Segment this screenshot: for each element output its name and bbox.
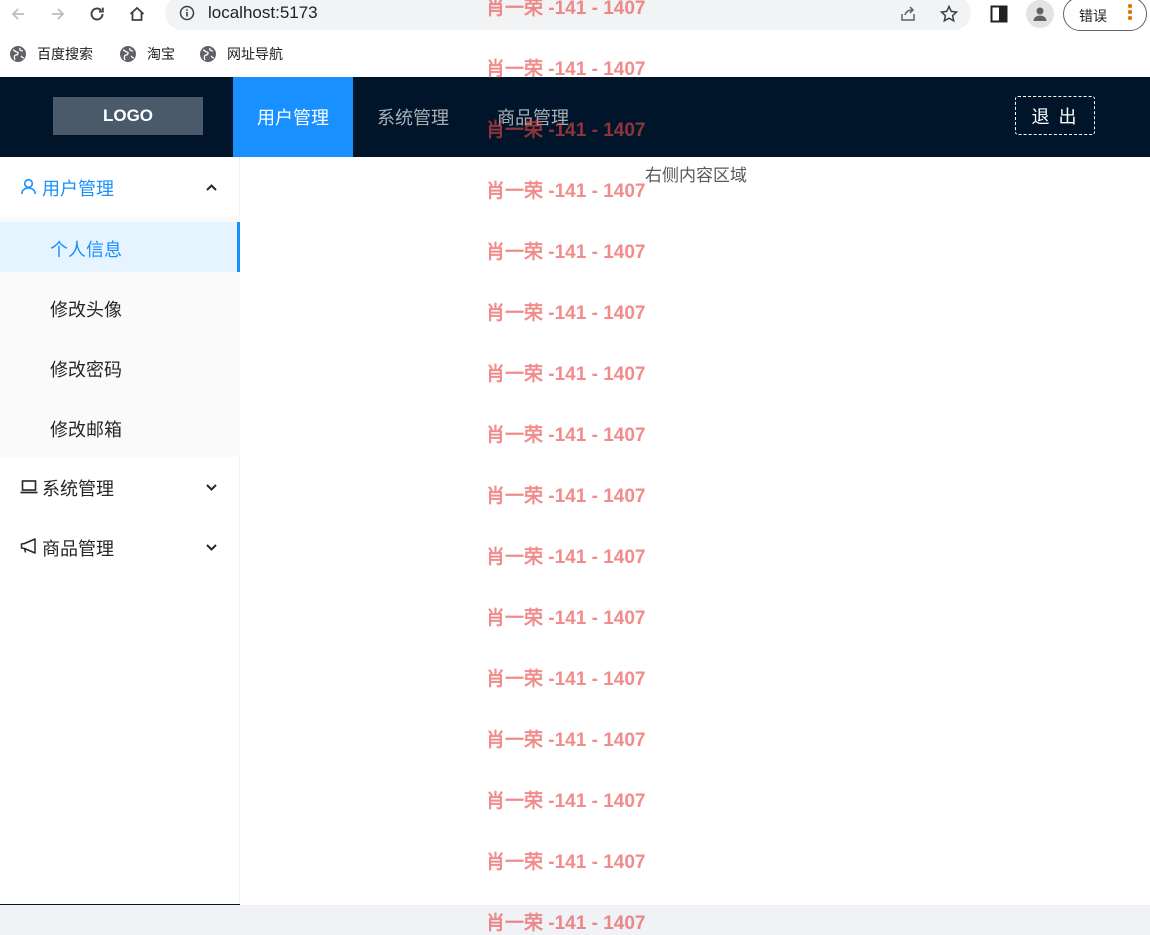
browser-toolbar: localhost:5173 错误 — [0, 0, 1150, 31]
bookmark-item[interactable]: 网址导航 — [199, 44, 283, 64]
logo: LOGO — [53, 97, 203, 135]
content-placeholder: 右侧内容区域 — [645, 166, 747, 185]
error-button[interactable]: 错误 — [1063, 0, 1147, 31]
error-label: 错误 — [1079, 8, 1107, 24]
reload-icon — [90, 7, 104, 21]
tab-user-management[interactable]: 用户管理 — [233, 77, 353, 157]
sidebar-item-label: 修改邮箱 — [50, 420, 122, 440]
bookmark-item[interactable]: 淘宝 — [119, 44, 175, 64]
tab-product-management[interactable]: 商品管理 — [473, 77, 593, 157]
profile-button[interactable] — [1026, 0, 1054, 28]
watermark-text: 肖一荣 -141 - 1407 — [486, 608, 646, 629]
chevron-down-icon — [206, 484, 217, 491]
globe-icon — [120, 46, 136, 62]
laptop-icon — [20, 480, 38, 494]
watermark-text: 肖一荣 -141 - 1407 — [486, 669, 646, 690]
sidebar-group-system-management[interactable]: 系统管理 — [0, 457, 240, 517]
sidebar-item-change-password[interactable]: 修改密码 — [0, 342, 240, 392]
globe-icon — [200, 46, 216, 62]
user-icon — [21, 178, 36, 195]
sidebar-item-label: 修改头像 — [50, 300, 122, 320]
watermark-text: 肖一荣 -141 - 1407 — [486, 547, 646, 568]
watermark-text: 肖一荣 -141 - 1407 — [486, 852, 646, 873]
watermark-text: 肖一荣 -141 - 1407 — [486, 730, 646, 751]
chevron-down-icon — [206, 544, 217, 551]
arrow-left-icon — [11, 8, 24, 20]
address-bar[interactable]: localhost:5173 — [165, 0, 971, 30]
home-button[interactable] — [124, 2, 150, 26]
person-icon — [1033, 7, 1047, 21]
arrow-right-icon — [52, 8, 65, 20]
bookmark-item[interactable]: 百度搜索 — [9, 44, 93, 64]
sidebar-group-product-management[interactable]: 商品管理 — [0, 517, 240, 577]
sidebar-group-label: 用户管理 — [42, 179, 114, 199]
chevron-up-icon — [206, 184, 217, 191]
info-icon[interactable] — [179, 5, 195, 21]
footer — [0, 905, 1150, 935]
watermark-text: 肖一荣 -141 - 1407 — [486, 791, 646, 812]
tab-system-management[interactable]: 系统管理 — [353, 77, 473, 157]
home-icon — [129, 6, 145, 21]
app-header: LOGO 用户管理 系统管理 商品管理 退 出 — [0, 77, 1150, 157]
bookmarks-bar: 百度搜索 淘宝 网址导航 — [0, 38, 1150, 70]
watermark-text: 肖一荣 -141 - 1407 — [486, 181, 646, 202]
watermark-text: 肖一荣 -141 - 1407 — [486, 242, 646, 263]
sidebar-group-user-management[interactable]: 用户管理 — [0, 157, 240, 217]
bookmark-label: 百度搜索 — [37, 46, 93, 62]
share-icon[interactable] — [899, 5, 917, 23]
megaphone-icon — [20, 538, 36, 554]
sidebar-item-change-email[interactable]: 修改邮箱 — [0, 402, 240, 452]
bookmark-label: 淘宝 — [147, 46, 175, 62]
sidebar-item-change-avatar[interactable]: 修改头像 — [0, 282, 240, 332]
watermark-text: 肖一荣 -141 - 1407 — [486, 486, 646, 507]
sidebar: 用户管理 个人信息 修改头像 修改密码 修改邮箱 系统管理 商品管理 — [0, 157, 240, 905]
sidebar-item-label: 个人信息 — [50, 240, 122, 260]
url-text[interactable]: localhost:5173 — [208, 3, 318, 23]
back-button[interactable] — [5, 2, 31, 26]
watermark-text: 肖一荣 -141 - 1407 — [486, 364, 646, 385]
side-panel-icon[interactable] — [989, 4, 1009, 24]
globe-icon — [10, 46, 26, 62]
forward-button[interactable] — [45, 2, 71, 26]
bookmark-label: 网址导航 — [227, 46, 283, 62]
reload-button[interactable] — [84, 2, 110, 26]
logout-button[interactable]: 退 出 — [1015, 96, 1095, 135]
sidebar-item-label: 修改密码 — [50, 360, 122, 380]
star-icon[interactable] — [939, 4, 959, 24]
sidebar-group-label: 商品管理 — [42, 539, 114, 559]
user-management-submenu: 个人信息 修改头像 修改密码 修改邮箱 — [0, 217, 240, 457]
sidebar-group-label: 系统管理 — [42, 479, 114, 499]
sidebar-item-profile[interactable]: 个人信息 — [0, 222, 240, 272]
watermark-text: 肖一荣 -141 - 1407 — [486, 303, 646, 324]
watermark-text: 肖一荣 -141 - 1407 — [486, 425, 646, 446]
menu-dots-icon — [1128, 4, 1132, 22]
